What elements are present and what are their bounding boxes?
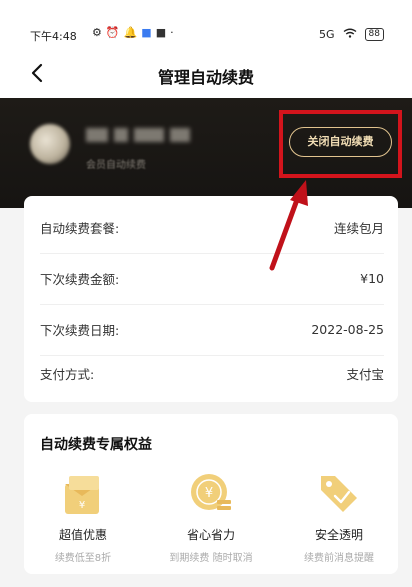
benefits-card: 自动续费专属权益 ¥ 超值优惠 续费低至8折 ¥ 省心省力 到期续费 随时取消	[24, 414, 398, 574]
plan-label: 自动续费套餐:	[40, 221, 120, 236]
date-value: 2022-08-25	[311, 322, 384, 337]
date-label: 下次续费日期:	[40, 323, 120, 338]
status-right: 5G 88	[319, 28, 384, 41]
renewal-details-card: 自动续费套餐: 连续包月 下次续费金额: ¥10 下次续费日期: 2022-08…	[24, 196, 398, 402]
bell-icon: 🔔	[123, 26, 138, 39]
detail-row-amount: 下次续费金额: ¥10	[40, 253, 384, 305]
payment-value: 支付宝	[346, 367, 384, 382]
status-time: 下午4:48	[30, 30, 77, 43]
benefit-title: 超值优惠	[58, 528, 107, 542]
highlight-annotation-box	[279, 110, 402, 178]
wifi-icon	[343, 28, 357, 41]
benefit-item: ¥ 省心省力 到期续费 随时取消	[156, 470, 266, 564]
gift-icon: ¥	[59, 470, 107, 518]
plan-value: 连续包月	[333, 221, 384, 236]
settings-icon: ⚙	[92, 26, 102, 39]
account-subtitle: 会员自动续费	[86, 160, 146, 171]
avatar	[30, 124, 70, 164]
detail-row-payment: 支付方式: 支付宝	[40, 348, 384, 399]
benefit-item: ¥ 超值优惠 续费低至8折	[28, 470, 138, 564]
status-notification-icons: ⚙ ⏰ 🔔 ■ ■ ·	[92, 27, 174, 39]
account-name-blurred	[86, 128, 190, 142]
alarm-icon: ⏰	[105, 26, 120, 39]
svg-text:¥: ¥	[79, 500, 85, 511]
nav-bar: 管理自动续费	[0, 48, 412, 98]
benefit-subtitle: 续费低至8折	[54, 553, 112, 564]
amount-value: ¥10	[360, 271, 384, 286]
status-bar: 下午4:48 ⚙ ⏰ 🔔 ■ ■ · 5G 88	[0, 0, 412, 48]
detail-row-plan: 自动续费套餐: 连续包月	[40, 202, 384, 254]
benefit-title: 安全透明	[314, 528, 363, 542]
benefit-subtitle: 续费前消息提醒	[304, 553, 374, 564]
app-icon: ■	[141, 26, 152, 39]
benefit-title: 省心省力	[186, 528, 235, 542]
page-title: 管理自动续费	[157, 68, 254, 87]
amount-label: 下次续费金额:	[40, 272, 120, 287]
benefits-title: 自动续费专属权益	[40, 437, 152, 453]
app-icon: ■	[155, 26, 167, 39]
svg-text:¥: ¥	[205, 486, 213, 501]
dot-icon: ·	[170, 26, 174, 39]
coin-icon: ¥	[187, 470, 235, 518]
benefit-subtitle: 到期续费 随时取消	[169, 553, 253, 564]
signal-icon: 5G	[319, 28, 335, 41]
payment-label: 支付方式:	[40, 367, 95, 382]
tag-icon	[315, 470, 363, 518]
benefit-item: 安全透明 续费前消息提醒	[284, 470, 394, 564]
battery-icon: 88	[364, 28, 384, 41]
